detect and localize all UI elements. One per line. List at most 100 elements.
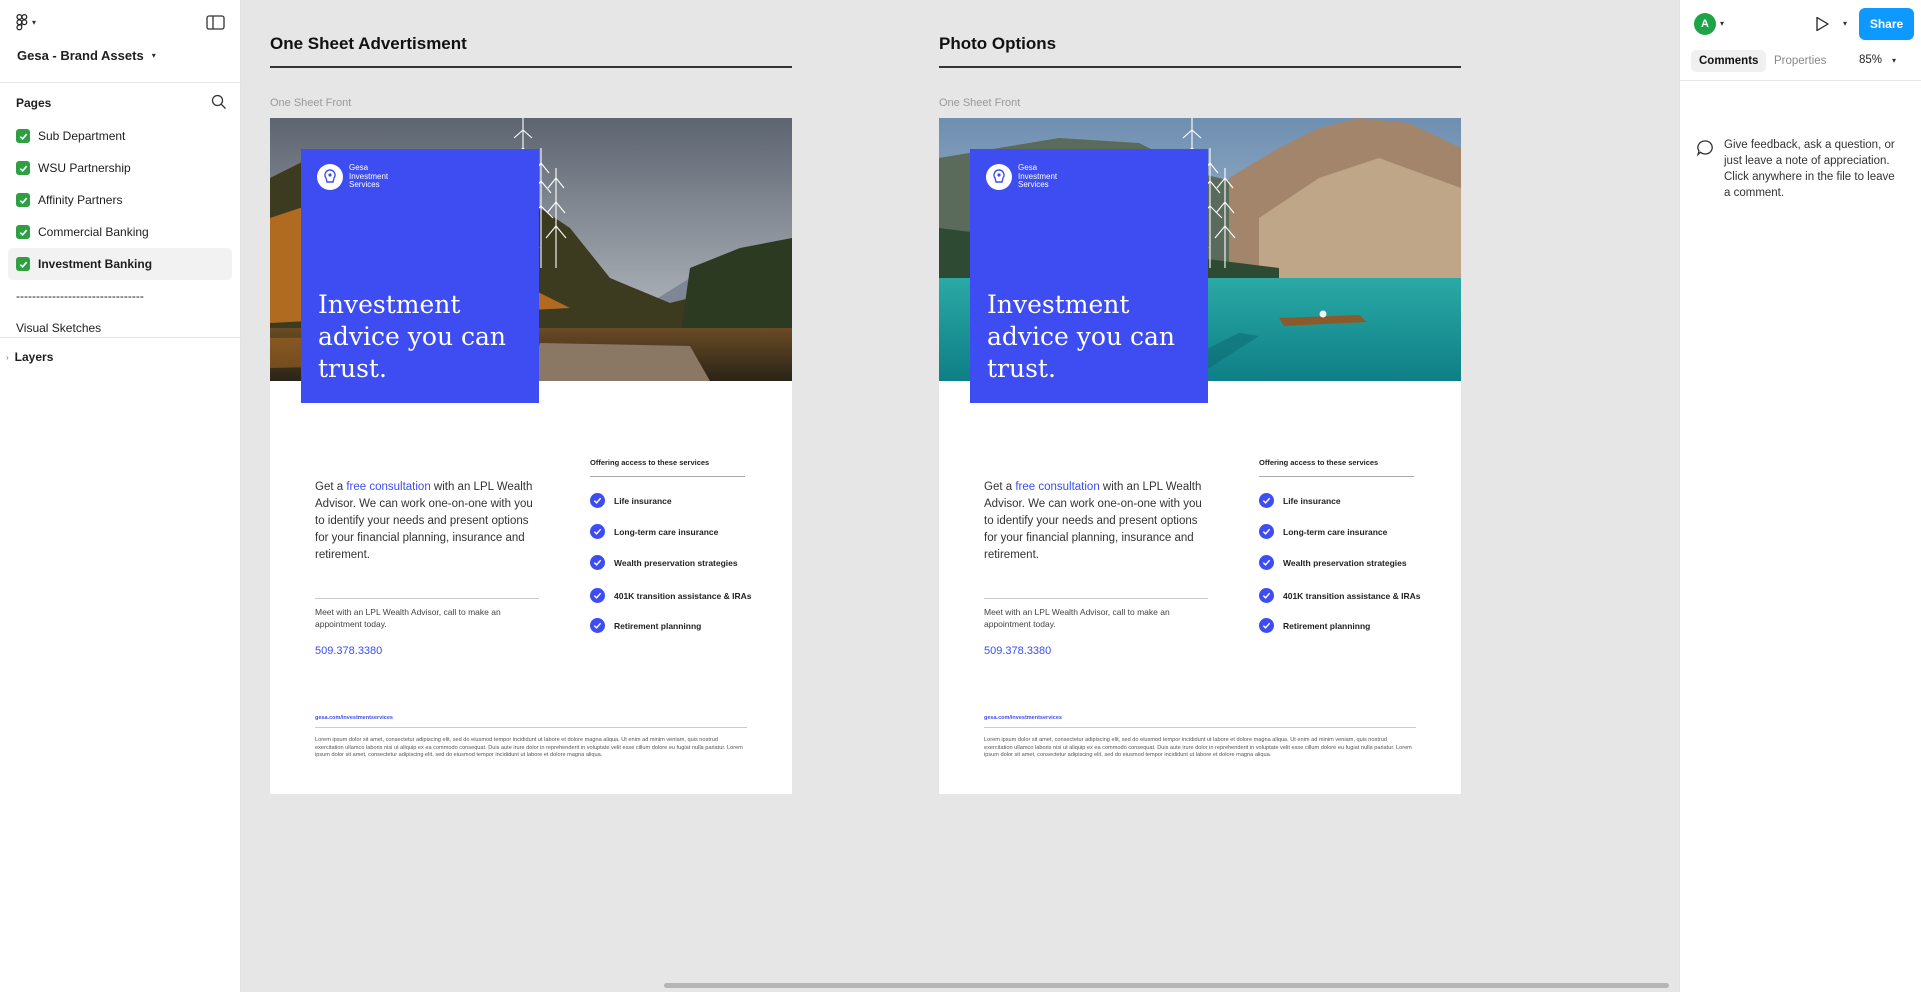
gesa-seal-icon xyxy=(317,164,343,190)
service-label: 401K transition assistance & IRAs xyxy=(614,590,752,601)
zoom-value: 85% xyxy=(1859,54,1883,66)
main-menu-button[interactable]: ▾ xyxy=(16,14,36,31)
brand-line: Services xyxy=(349,180,380,190)
divider xyxy=(0,337,241,338)
chevron-down-icon[interactable]: ▾ xyxy=(1720,19,1724,28)
website-link: gesa.com/investmentservices xyxy=(984,715,1062,721)
check-circle-icon xyxy=(590,555,605,570)
checkmark-icon xyxy=(16,129,30,143)
frame-title[interactable]: Photo Options xyxy=(939,34,1056,54)
service-label: Retirement planninng xyxy=(614,620,702,631)
comment-bubble-icon xyxy=(1696,140,1713,157)
service-label: 401K transition assistance & IRAs xyxy=(1283,590,1421,601)
disclaimer-text: Lorem ipsum dolor sit amet, consectetur … xyxy=(315,737,743,758)
free-consultation-link[interactable]: free consultation xyxy=(1015,481,1099,493)
divider xyxy=(315,598,539,599)
checkmark-icon xyxy=(16,225,30,239)
phone-number: 509.378.3380 xyxy=(315,645,383,657)
chevron-down-icon[interactable]: ▾ xyxy=(1843,19,1847,28)
divider xyxy=(0,82,241,83)
lead-text: Get a xyxy=(315,481,347,493)
check-circle-icon xyxy=(1259,555,1274,570)
left-sidebar: ▾ Gesa - Brand Assets ▾ Pages Sub Depart… xyxy=(0,0,241,992)
file-title[interactable]: Gesa - Brand Assets ▾ xyxy=(17,48,156,63)
layers-section-toggle[interactable]: › Layers xyxy=(6,350,53,364)
page-list: Sub Department WSU Partnership Affinity … xyxy=(8,120,232,344)
service-item: Retirement planninng xyxy=(590,618,701,633)
service-item: Life insurance xyxy=(1259,493,1341,508)
lead-text: with an LPL Wealth Advisor. We can work … xyxy=(984,481,1202,561)
check-circle-icon xyxy=(590,618,605,633)
present-play-icon[interactable] xyxy=(1813,15,1831,33)
free-consultation-link[interactable]: free consultation xyxy=(346,481,430,493)
page-item-commercial-banking[interactable]: Commercial Banking xyxy=(8,216,232,248)
brand-name: Gesa Investment Services xyxy=(349,164,388,190)
frame-underline xyxy=(270,66,792,68)
frame-caption[interactable]: One Sheet Front xyxy=(939,97,1020,109)
service-label: Wealth preservation strategies xyxy=(1283,557,1407,568)
gesa-logo: Gesa Investment Services xyxy=(317,164,388,190)
page-item-label: Investment Banking xyxy=(38,257,153,271)
check-circle-icon xyxy=(590,493,605,508)
frame-caption[interactable]: One Sheet Front xyxy=(270,97,351,109)
service-item: 401K transition assistance & IRAs xyxy=(1259,588,1420,603)
service-item: Wealth preservation strategies xyxy=(590,555,738,570)
gesa-logo: Gesa Investment Services xyxy=(986,164,1057,190)
page-item-sub-department[interactable]: Sub Department xyxy=(8,120,232,152)
page-item-label: Affinity Partners xyxy=(38,193,123,207)
headline: Investment advice you can trust. xyxy=(318,290,507,383)
lead-text: Get a xyxy=(984,481,1016,493)
search-icon[interactable] xyxy=(211,94,227,110)
page-item-wsu-partnership[interactable]: WSU Partnership xyxy=(8,152,232,184)
page-item-visual-sketches[interactable]: Visual Sketches xyxy=(8,312,232,344)
file-title-text: Gesa - Brand Assets xyxy=(17,48,144,63)
avatar[interactable]: A xyxy=(1694,13,1716,35)
tab-comments[interactable]: Comments xyxy=(1691,50,1767,72)
page-item-investment-banking[interactable]: Investment Banking xyxy=(8,248,232,280)
service-item: Long-term care insurance xyxy=(590,524,718,539)
divider xyxy=(984,727,1416,728)
frame-title[interactable]: One Sheet Advertisment xyxy=(270,34,467,54)
services-heading: Offering access to these services xyxy=(590,458,710,467)
meet-text: Meet with an LPL Wealth Advisor, call to… xyxy=(984,607,1170,629)
canvas[interactable]: One Sheet Advertisment One Sheet Front G… xyxy=(242,0,1679,992)
one-sheet-frame[interactable]: Gesa Investment Services Investment advi… xyxy=(939,118,1461,794)
lead-paragraph: Get a free consultation with an LPL Weal… xyxy=(315,479,540,564)
headline-panel: Gesa Investment Services Investment advi… xyxy=(301,149,539,403)
sidebar-toggle-icon[interactable] xyxy=(206,14,226,32)
service-label: Long-term care insurance xyxy=(614,526,719,537)
website-link: gesa.com/investmentservices xyxy=(315,715,393,721)
brand-line: Services xyxy=(1018,180,1049,190)
right-panel: A ▾ ▾ Share Comments Properties 85% ▾ Giv… xyxy=(1679,0,1921,992)
comment-hint: Give feedback, ask a question, or just l… xyxy=(1724,139,1895,199)
check-circle-icon xyxy=(1259,524,1274,539)
pages-heading: Pages xyxy=(16,96,52,110)
chevron-down-icon: ▾ xyxy=(32,18,37,27)
divider xyxy=(590,476,745,477)
check-circle-icon xyxy=(1259,493,1274,508)
service-label: Retirement planninng xyxy=(1283,620,1371,631)
service-item: Retirement planninng xyxy=(1259,618,1370,633)
checkmark-icon xyxy=(16,257,30,271)
chevron-down-icon: ▾ xyxy=(1892,56,1897,65)
share-button[interactable]: Share xyxy=(1859,8,1914,40)
page-item-affinity-partners[interactable]: Affinity Partners xyxy=(8,184,232,216)
checkmark-icon xyxy=(16,193,30,207)
page-item-label: Sub Department xyxy=(38,129,126,143)
service-label: Wealth preservation strategies xyxy=(614,557,738,568)
divider xyxy=(984,598,1208,599)
meet-text: Meet with an LPL Wealth Advisor, call to… xyxy=(315,607,501,629)
divider xyxy=(1680,80,1921,81)
horizontal-scrollbar[interactable] xyxy=(664,983,1669,988)
service-item: Wealth preservation strategies xyxy=(1259,555,1407,570)
gesa-seal-icon xyxy=(986,164,1012,190)
services-heading: Offering access to these services xyxy=(1259,458,1379,467)
one-sheet-frame[interactable]: Gesa Investment Services Investment advi… xyxy=(270,118,792,794)
tab-properties[interactable]: Properties xyxy=(1766,50,1834,72)
zoom-level[interactable]: 85% ▾ xyxy=(1859,54,1896,66)
service-item: Life insurance xyxy=(590,493,672,508)
frame-underline xyxy=(939,66,1461,68)
page-item-separator[interactable]: -------------------------------- xyxy=(8,280,232,312)
layers-heading: Layers xyxy=(14,350,54,364)
divider xyxy=(315,727,747,728)
